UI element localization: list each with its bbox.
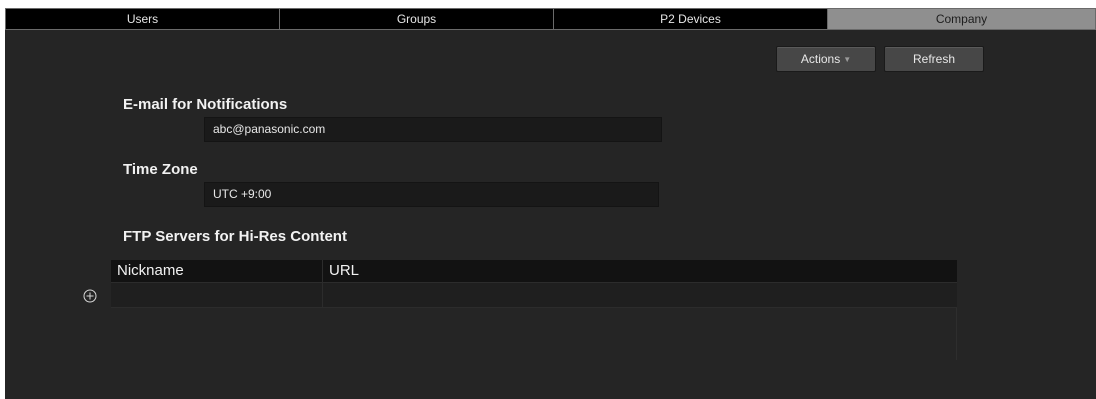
email-field[interactable]: abc@panasonic.com [204, 117, 662, 142]
caret-down-icon: ▼ [843, 54, 852, 64]
url-cell[interactable] [323, 283, 957, 307]
tab-bar: Users Groups P2 Devices Company [5, 8, 1096, 30]
tab-groups[interactable]: Groups [280, 8, 554, 30]
timezone-field[interactable]: UTC +9:00 [204, 182, 659, 207]
table-header: Nickname URL [111, 260, 957, 282]
tab-p2-devices[interactable]: P2 Devices [554, 8, 828, 30]
table-scroll-edge [956, 308, 957, 360]
column-header-url[interactable]: URL [323, 260, 957, 282]
nickname-cell[interactable] [111, 283, 323, 307]
email-heading: E-mail for Notifications [123, 96, 288, 113]
actions-button[interactable]: Actions ▼ [776, 46, 876, 72]
add-circle-icon[interactable] [83, 289, 97, 303]
table-row-new[interactable] [111, 282, 957, 308]
timezone-heading: Time Zone [123, 161, 198, 178]
column-header-nickname[interactable]: Nickname [111, 260, 323, 282]
refresh-button[interactable]: Refresh [884, 46, 984, 72]
ftp-heading: FTP Servers for Hi-Res Content [123, 228, 347, 245]
tab-company[interactable]: Company [828, 8, 1096, 30]
company-settings-panel: Users Groups P2 Devices Company Actions ▼… [5, 8, 1096, 399]
tab-users[interactable]: Users [5, 8, 280, 30]
actions-label: Actions [800, 52, 841, 66]
ftp-servers-table: Nickname URL [111, 260, 957, 308]
